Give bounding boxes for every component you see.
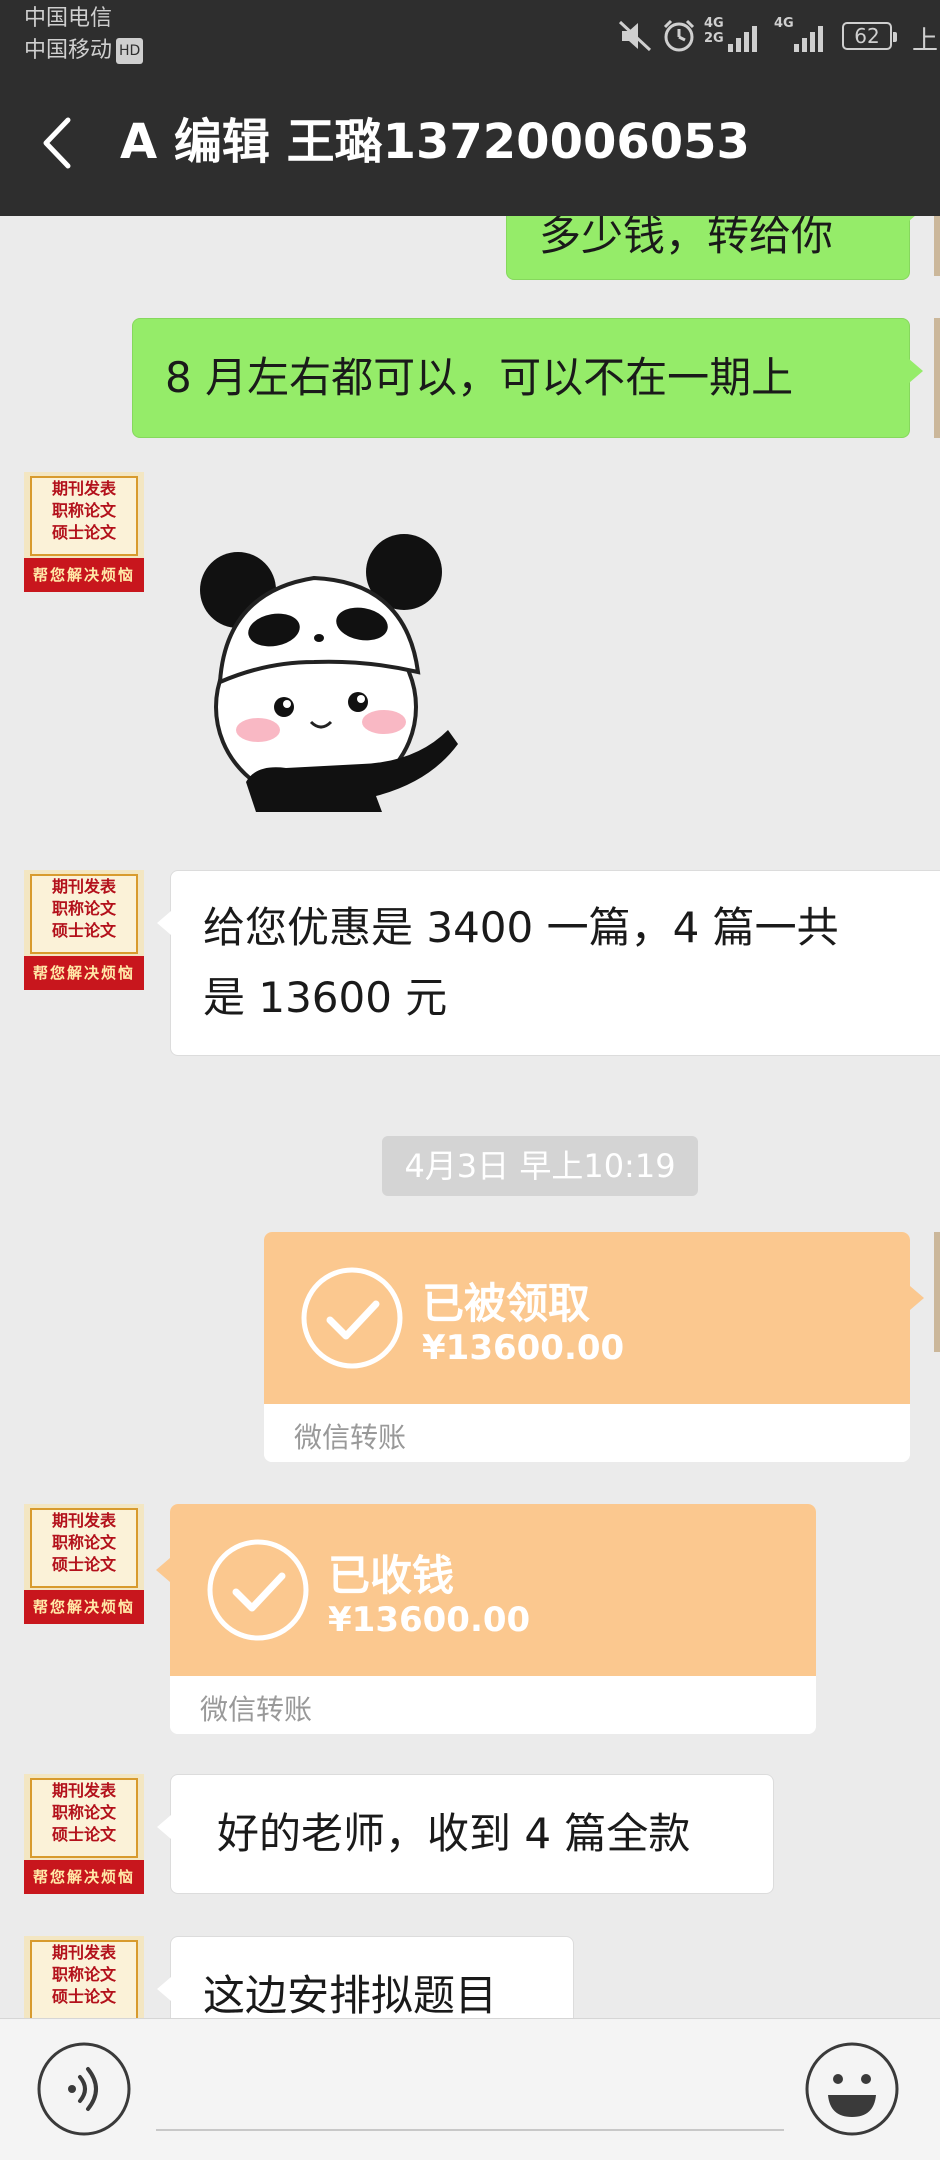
contact-avatar[interactable]: 期刊发表 职称论文 硕士论文 帮您解决烦恼	[24, 1504, 144, 1624]
check-circle-icon	[301, 1267, 403, 1369]
contact-avatar[interactable]: 期刊发表 职称论文 硕士论文 帮您解决烦恼	[24, 870, 144, 990]
battery-icon: 62	[842, 22, 897, 50]
message-row: 期刊发表 职称论文 硕士论文 帮您解决烦恼 好的老师，收到 4 篇全款	[0, 1774, 940, 1898]
message-input-bar	[0, 2018, 940, 2160]
avatar-text-line: 期刊发表	[51, 1511, 116, 1530]
transfer-status: 已被领取	[422, 1279, 591, 1328]
avatar-banner: 帮您解决烦恼	[24, 956, 144, 990]
avatar-text-line: 职称论文	[51, 899, 116, 918]
transfer-card-sent[interactable]: 已被领取 ¥13600.00 微信转账	[264, 1232, 924, 1462]
message-input[interactable]	[156, 2047, 784, 2131]
self-avatar[interactable]	[934, 318, 940, 438]
contact-avatar[interactable]: 期刊发表 职称论文 硕士论文 帮您解决烦恼	[24, 1936, 144, 2018]
avatar-banner-text: 帮您解决烦恼	[32, 1598, 135, 1616]
avatar-banner-text: 帮您解决烦恼	[32, 1868, 135, 1886]
carrier-2-text: 中国移动	[24, 38, 113, 63]
check-circle-icon	[207, 1539, 309, 1641]
avatar-logo: 期刊发表 职称论文 硕士论文	[30, 874, 138, 954]
carrier-1-label: 中国电信	[24, 6, 113, 31]
avatar-logo: 期刊发表 职称论文 硕士论文	[30, 1508, 138, 1588]
voice-icon[interactable]	[36, 2041, 132, 2137]
transfer-amount: ¥13600.00	[328, 1600, 531, 1640]
avatar-text-line: 期刊发表	[51, 1781, 116, 1800]
message-row: 期刊发表 职称论文 硕士论文 帮您解决烦恼 已收钱 ¥13600.00 微信转账	[0, 1504, 940, 1744]
status-bar: 中国电信 中国移动 HD 4G 2G 4G 62 上	[0, 0, 940, 70]
message-row: 8 月左右都可以，可以不在一期上	[0, 318, 940, 438]
contact-avatar[interactable]: 期刊发表 职称论文 硕士论文 帮您解决烦恼	[24, 472, 144, 592]
emoji-icon[interactable]	[804, 2041, 900, 2137]
carrier-2-label: 中国移动 HD	[24, 38, 144, 64]
transfer-source-label: 微信转账	[200, 1693, 313, 1726]
network-type-1-top: 4G	[704, 16, 724, 31]
avatar-logo: 期刊发表 职称论文 硕士论文	[30, 1778, 138, 1858]
network-type-1-bottom: 2G	[704, 31, 724, 46]
avatar-banner-text: 帮您解决烦恼	[32, 566, 135, 584]
avatar-text-line: 期刊发表	[51, 877, 116, 896]
message-text-line: 给您优惠是 3400 一篇，4 篇一共	[203, 903, 839, 952]
message-bubble-self[interactable]: 多少钱，转给你	[506, 216, 923, 280]
timestamp-label: 4月3日 早上10:19	[382, 1136, 698, 1196]
clock-label: 上	[912, 26, 939, 56]
transfer-status: 已收钱	[328, 1551, 455, 1600]
avatar-text-line: 硕士论文	[51, 1825, 116, 1844]
panda-sticker[interactable]	[186, 532, 466, 812]
transfer-source-label: 微信转账	[294, 1421, 407, 1454]
avatar-text-line: 职称论文	[51, 1803, 116, 1822]
alarm-icon	[663, 19, 695, 52]
avatar-text-line: 职称论文	[51, 501, 116, 520]
transfer-card-footer: 微信转账	[264, 1404, 910, 1462]
self-avatar[interactable]	[934, 1232, 940, 1352]
message-text-line: 是 13600 元	[203, 973, 448, 1022]
message-bubble-other[interactable]: 好的老师，收到 4 篇全款	[157, 1774, 774, 1894]
avatar-banner: 帮您解决烦恼	[24, 1590, 144, 1624]
avatar-text-line: 硕士论文	[51, 523, 116, 542]
avatar-text-line: 硕士论文	[51, 1987, 116, 2006]
avatar-text-line: 硕士论文	[51, 1555, 116, 1574]
message-bubble-other[interactable]: 给您优惠是 3400 一篇，4 篇一共 是 13600 元	[157, 870, 940, 1056]
message-row: 已被领取 ¥13600.00 微信转账	[0, 1232, 940, 1472]
signal-icon	[728, 26, 757, 52]
transfer-amount: ¥13600.00	[422, 1328, 625, 1368]
message-bubble-self[interactable]: 8 月左右都可以，可以不在一期上	[132, 318, 923, 438]
transfer-card-footer: 微信转账	[170, 1676, 816, 1734]
hd-badge: HD	[116, 38, 144, 64]
avatar-banner: 帮您解决烦恼	[24, 558, 144, 592]
avatar-text-line: 职称论文	[51, 1965, 116, 1984]
avatar-text-line: 期刊发表	[51, 1943, 116, 1962]
avatar-logo: 期刊发表 职称论文 硕士论文	[30, 476, 138, 556]
transfer-card-received[interactable]: 已收钱 ¥13600.00 微信转账	[156, 1504, 816, 1734]
avatar-banner-text: 帮您解决烦恼	[32, 964, 135, 982]
network-type-2: 4G	[774, 16, 794, 31]
chat-message-list[interactable]: 多少钱，转给你 8 月左右都可以，可以不在一期上 期刊发表 职称论文 硕士论文 …	[0, 216, 940, 2018]
avatar-text-line: 职称论文	[51, 1533, 116, 1552]
network-type-1: 4G 2G	[704, 16, 724, 46]
avatar-text-line: 期刊发表	[51, 479, 116, 498]
avatar-banner: 帮您解决烦恼	[24, 1860, 144, 1894]
message-row: 多少钱，转给你	[0, 216, 940, 296]
signal-icon	[794, 26, 823, 52]
message-row: 期刊发表 职称论文 硕士论文 帮您解决烦恼 给您优惠是 3400 一篇，4 篇一…	[0, 870, 940, 1060]
self-avatar[interactable]	[934, 216, 940, 276]
message-row: 期刊发表 职称论文 硕士论文 帮您解决烦恼	[0, 472, 940, 812]
chevron-left-icon[interactable]	[34, 108, 84, 178]
contact-avatar[interactable]: 期刊发表 职称论文 硕士论文 帮您解决烦恼	[24, 1774, 144, 1894]
message-bubble-other[interactable]: 这边安排拟题目	[157, 1936, 574, 2018]
chat-header: A 编辑 王璐13720006053	[0, 70, 940, 216]
mute-icon	[618, 20, 652, 52]
avatar-text-line: 硕士论文	[51, 921, 116, 940]
chat-title: A 编辑 王璐13720006053	[120, 114, 750, 170]
message-row: 期刊发表 职称论文 硕士论文 帮您解决烦恼 这边安排拟题目	[0, 1936, 940, 2018]
avatar-logo: 期刊发表 职称论文 硕士论文	[30, 1940, 138, 2018]
